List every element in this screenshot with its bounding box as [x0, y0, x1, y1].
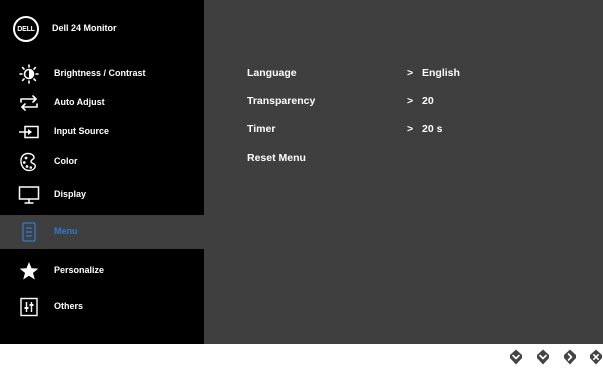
chevron-down-icon: [536, 349, 550, 365]
monitor-title: Dell 24 Monitor: [52, 23, 117, 33]
sidebar-item-input-source[interactable]: Input Source: [0, 115, 204, 149]
transparency-value: 20: [422, 95, 434, 107]
sidebar-item-display[interactable]: Display: [0, 178, 204, 212]
sidebar-item-label: Brightness / Contrast: [54, 68, 146, 78]
language-arrow: >: [407, 67, 414, 79]
star-icon: [18, 261, 40, 281]
sidebar-item-color[interactable]: Color: [0, 145, 204, 179]
others-icon: [18, 297, 40, 317]
sidebar-item-others[interactable]: Others: [0, 290, 204, 324]
chevron-down-button[interactable]: [509, 349, 523, 365]
osd-window: DELL Dell 24 Monitor Brightness / Contra…: [0, 0, 603, 344]
color-palette-icon: [18, 152, 40, 172]
chevron-right-icon: [563, 349, 577, 365]
reset-menu-label: Reset Menu: [247, 152, 306, 164]
sidebar-item-personalize[interactable]: Personalize: [0, 254, 204, 288]
sidebar-item-label: Auto Adjust: [54, 97, 105, 107]
chevron-down-icon: [509, 349, 523, 365]
transparency-label: Transparency: [247, 95, 316, 107]
language-label: Language: [247, 67, 297, 79]
menu-icon: [18, 222, 40, 242]
sidebar: DELL Dell 24 Monitor Brightness / Contra…: [0, 0, 204, 344]
chevron-down-button[interactable]: [536, 349, 550, 365]
language-value: English: [422, 67, 460, 79]
close-icon: [589, 349, 603, 365]
input-source-icon: [18, 122, 40, 142]
sidebar-item-label: Display: [54, 189, 87, 199]
sidebar-item-label: Color: [54, 156, 78, 166]
transparency-arrow: >: [407, 95, 414, 107]
sidebar-item-label: Input Source: [54, 126, 110, 136]
timer-value: 20 s: [422, 123, 443, 135]
timer-label: Timer: [247, 123, 276, 135]
auto-adjust-icon: [18, 93, 40, 113]
sidebar-item-label: Personalize: [54, 265, 105, 275]
close-button[interactable]: [589, 349, 603, 365]
chevron-right-button[interactable]: [563, 349, 577, 365]
sidebar-item-menu[interactable]: Menu: [0, 215, 204, 249]
timer-arrow: >: [407, 123, 414, 135]
brand-header: DELL Dell 24 Monitor: [0, 0, 204, 56]
brightness-icon: [18, 64, 40, 84]
dell-logo: DELL: [13, 16, 39, 42]
sidebar-item-label: Menu: [54, 226, 78, 236]
display-icon: [18, 185, 40, 205]
sidebar-item-label: Others: [54, 301, 84, 311]
